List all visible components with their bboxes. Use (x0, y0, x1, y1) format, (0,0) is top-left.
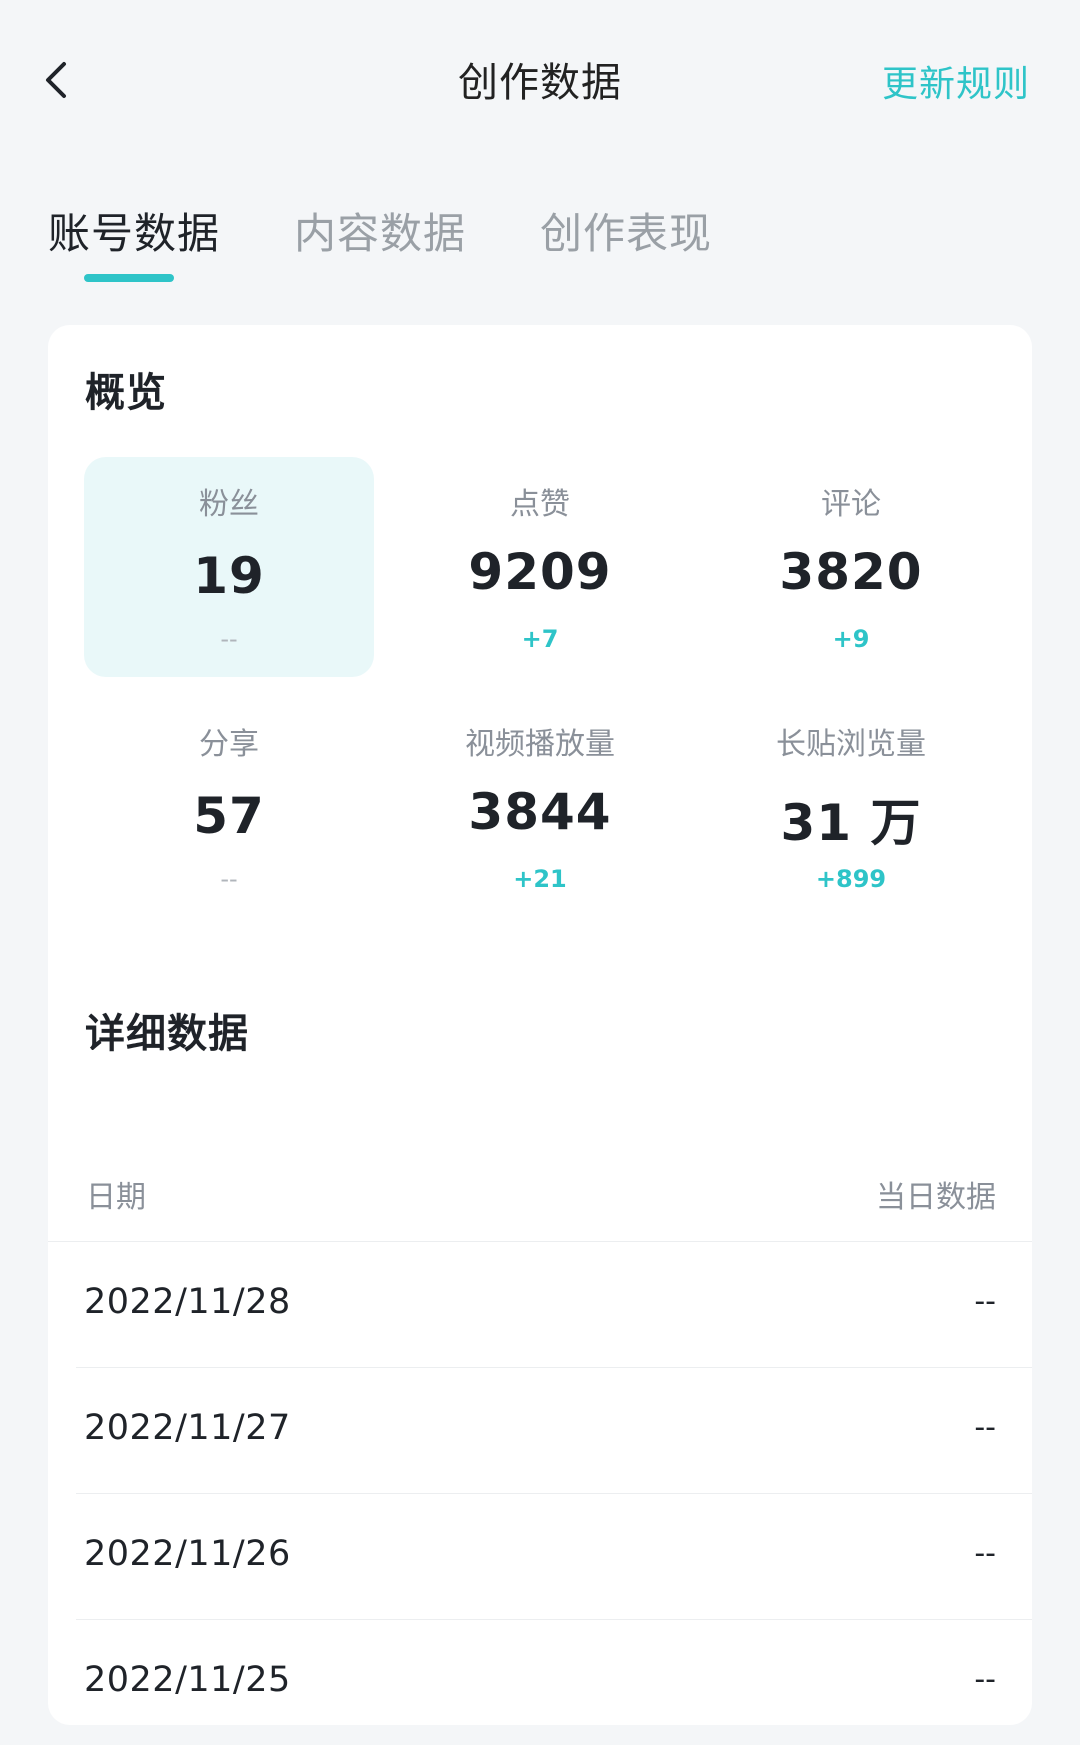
table-row[interactable]: 2022/11/26 -- (76, 1494, 1032, 1620)
stat-label: 评论 (821, 487, 881, 522)
tab-bar: 账号数据 内容数据 创作表现 (48, 200, 786, 261)
stat-delta: +9 (832, 625, 870, 653)
stat-value: 19 (193, 547, 265, 605)
stat-label: 视频播放量 (465, 727, 615, 762)
details-title: 详细数据 (85, 1011, 249, 1057)
stat-value: 57 (193, 787, 265, 845)
column-header-date: 日期 (86, 1180, 146, 1215)
row-value: -- (974, 1410, 996, 1445)
stat-delta: -- (220, 625, 238, 653)
row-date: 2022/11/26 (84, 1534, 291, 1574)
stat-value: 31 万 (780, 794, 922, 852)
tab-creation-performance[interactable]: 创作表现 (540, 200, 712, 261)
tab-account-data[interactable]: 账号数据 (48, 200, 220, 261)
row-value: -- (974, 1536, 996, 1571)
overview-title: 概览 (85, 370, 167, 416)
stat-label: 长贴浏览量 (776, 727, 926, 762)
stat-delta: +7 (521, 625, 559, 653)
update-rules-link[interactable]: 更新规则 (882, 55, 1030, 107)
stat-followers[interactable]: 粉丝 19 -- (84, 457, 374, 677)
stat-delta: +899 (815, 865, 887, 893)
table-row[interactable]: 2022/11/27 -- (76, 1368, 1032, 1494)
stat-post-views[interactable]: 长贴浏览量 31 万 +899 (706, 697, 996, 917)
stat-label: 粉丝 (199, 487, 259, 522)
top-bar: 创作数据 更新规则 (0, 0, 1080, 160)
stat-value: 3820 (779, 543, 923, 601)
stat-label: 点赞 (510, 487, 570, 522)
stat-value: 3844 (468, 783, 612, 841)
row-date: 2022/11/28 (84, 1282, 291, 1322)
stat-likes[interactable]: 点赞 9209 +7 (395, 457, 685, 677)
tab-content-data[interactable]: 内容数据 (294, 200, 466, 261)
stat-value: 9209 (468, 543, 612, 601)
row-value: -- (974, 1662, 996, 1697)
stat-delta: -- (220, 865, 238, 893)
column-header-daily-data: 当日数据 (876, 1180, 996, 1215)
table-row[interactable]: 2022/11/25 -- (76, 1620, 1032, 1745)
row-date: 2022/11/27 (84, 1408, 291, 1448)
details-table-header: 日期 当日数据 (48, 1125, 1032, 1242)
stat-comments[interactable]: 评论 3820 +9 (706, 457, 996, 677)
stat-delta: +21 (513, 865, 567, 893)
data-card: 概览 粉丝 19 -- 点赞 9209 +7 评论 3820 +9 分享 57 … (48, 325, 1032, 1725)
row-date: 2022/11/25 (84, 1660, 291, 1700)
table-row[interactable]: 2022/11/28 -- (76, 1242, 1032, 1368)
row-value: -- (974, 1284, 996, 1319)
stat-video-plays[interactable]: 视频播放量 3844 +21 (395, 697, 685, 917)
active-tab-indicator (84, 274, 174, 282)
stat-shares[interactable]: 分享 57 -- (84, 697, 374, 917)
stat-label: 分享 (199, 727, 259, 762)
